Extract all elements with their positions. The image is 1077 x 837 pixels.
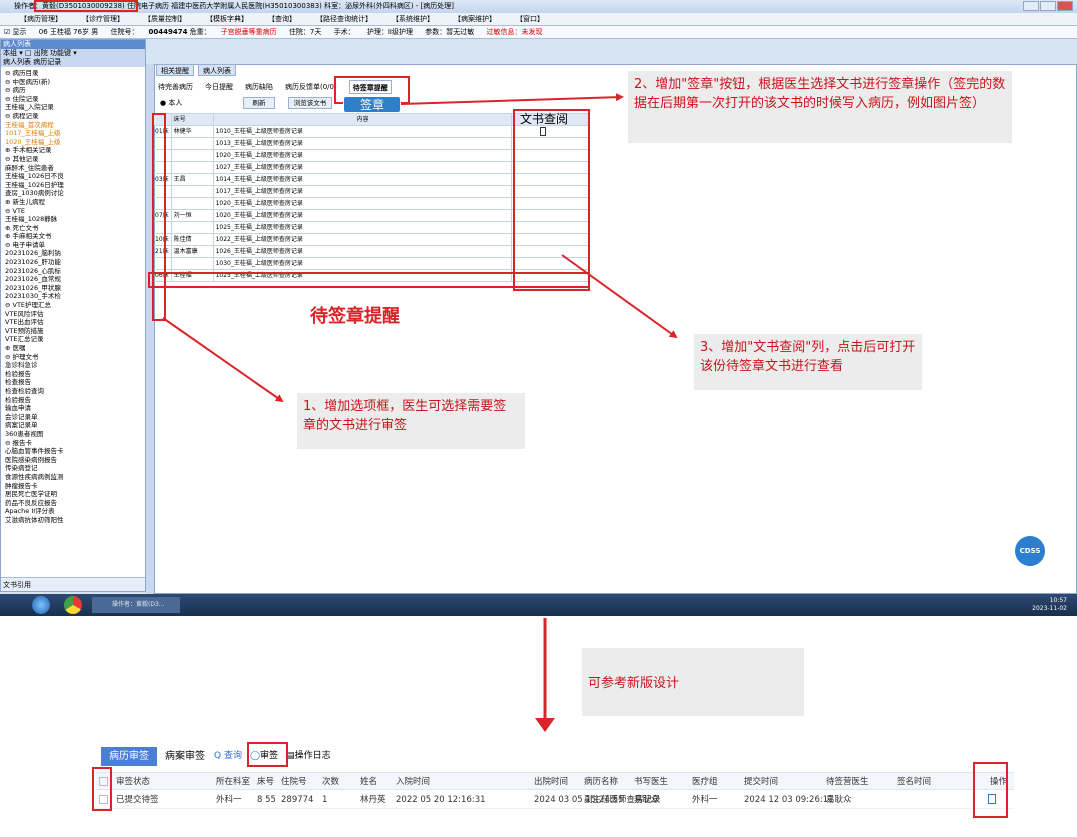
doc-icon[interactable] <box>988 794 996 804</box>
tab-case-sign[interactable]: 病案审签 <box>157 747 213 766</box>
cell: 外科一 <box>216 795 242 805</box>
column-header: 床号 <box>257 777 275 787</box>
tab-record-sign[interactable]: 病历审签 <box>101 747 157 766</box>
arrow-callout-2 <box>400 93 624 105</box>
cell: 已提交待签 <box>116 795 159 805</box>
query-button[interactable]: Q 查询 <box>214 747 242 766</box>
cell: 易耿众 <box>634 795 660 805</box>
column-header: 住院号 <box>281 777 307 787</box>
highlight-action-col <box>973 762 1008 818</box>
cell: 易耿众 <box>826 795 852 805</box>
cell: 2024 12 03 09:26:11 <box>744 795 834 805</box>
column-header: 待签营医生 <box>826 777 869 787</box>
operation-log-button[interactable]: ▤操作日志 <box>286 747 331 766</box>
tray-clock: 10:57 2023-11-02 <box>1032 597 1067 613</box>
new-table-header: 审签状态 所在科室 床号 住院号 次数 姓名 入院时间 出院时间 病历名称 书写医生 医疗组 提交时间… <box>96 772 1014 790</box>
column-header: 书写医生 <box>634 777 669 787</box>
annotation-arrows <box>162 93 678 403</box>
highlight-checkbox-new <box>92 767 112 811</box>
column-header: 签名时间 <box>897 777 932 787</box>
cell: 289774 <box>281 795 314 805</box>
column-header: 入院时间 <box>396 777 431 787</box>
cell: 2022 05 20 12:16:31 <box>396 795 486 805</box>
column-header: 出院时间 <box>534 777 569 787</box>
column-header: 病历名称 <box>584 777 619 787</box>
column-header: 姓名 <box>360 777 378 787</box>
legacy-emr-window: 操作者：黄毅(D3501030009238) 住院电子病历 福建中医药大学附属人… <box>0 0 1077 616</box>
cell: 8 55 <box>257 795 276 805</box>
new-table-row[interactable]: 已提交待签 外科一 8 55 289774 1 林丹英 2022 05 20 12:16:3… <box>96 791 1014 809</box>
highlight-sign-review <box>247 742 288 767</box>
arrow-callout-3 <box>561 254 678 339</box>
taskbar-app-item[interactable]: 操作者：黄毅(D3... <box>92 597 180 613</box>
down-arrow <box>535 618 555 732</box>
new-tabs: 病历审签 病案审签 <box>101 747 213 766</box>
cell: 林丹英 <box>360 795 386 805</box>
tray-time: 10:57 <box>1049 597 1067 604</box>
cell: 外科一 <box>692 795 718 805</box>
column-header: 次数 <box>322 777 340 787</box>
column-header: 审签状态 <box>116 777 151 787</box>
column-header: 提交时间 <box>744 777 779 787</box>
column-header: 医疗组 <box>692 777 718 787</box>
column-header: 所在科室 <box>216 777 251 787</box>
arrow-callout-1 <box>162 317 284 403</box>
start-button[interactable] <box>32 596 50 614</box>
cell: 1 <box>322 795 328 805</box>
tray-date: 2023-11-02 <box>1032 605 1067 612</box>
reference-note: 可参考新版设计 <box>582 648 804 716</box>
taskbar: 操作者：黄毅(D3... 10:57 2023-11-02 <box>0 594 1077 616</box>
chrome-icon[interactable] <box>64 596 82 614</box>
